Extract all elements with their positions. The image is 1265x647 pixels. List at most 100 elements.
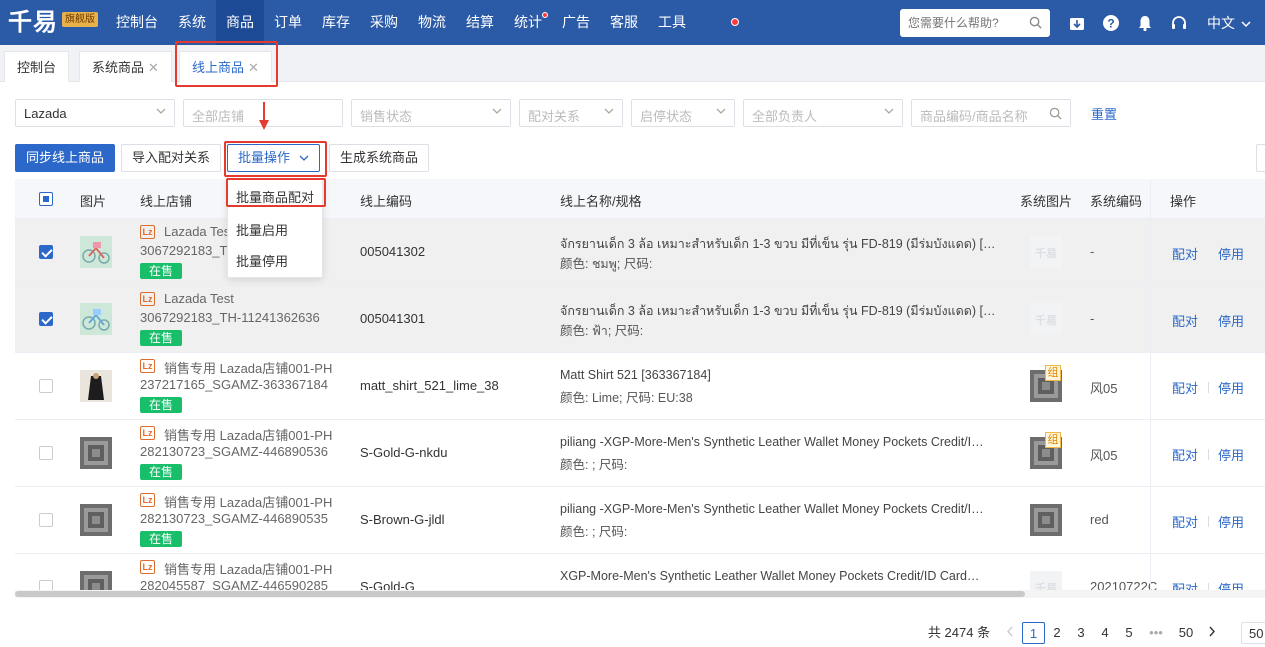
table-row[interactable]: Lz 销售专用 Lazada店铺001-PH 282130723_SGAMZ-4…: [15, 420, 1265, 487]
nav-dashboard[interactable]: 控制台: [106, 0, 168, 45]
import-match-button[interactable]: 导入配对关系: [121, 144, 222, 172]
product-thumbnail[interactable]: [80, 571, 112, 591]
row-checkbox[interactable]: [39, 513, 53, 527]
enable-status-select[interactable]: 启停状态: [631, 99, 735, 127]
disable-button[interactable]: 停用: [1218, 512, 1244, 531]
column-header: 系统编码: [1090, 194, 1143, 209]
sale-status-select[interactable]: 销售状态: [351, 99, 511, 127]
language-switch[interactable]: 中文: [1207, 13, 1251, 33]
table-row[interactable]: Lz Lazada Test 3067292183_TH-11241362637…: [15, 219, 1265, 286]
table-row[interactable]: Lz 销售专用 Lazada店铺001-PH 282045587_SGAMZ-4…: [15, 554, 1265, 591]
product-name[interactable]: piliang -XGP-More-Men's Synthetic Leathe…: [560, 502, 1000, 516]
system-code: red: [1090, 512, 1109, 527]
chevron-left-icon[interactable]: [1001, 622, 1019, 644]
keyword-input[interactable]: 商品编码/商品名称: [911, 99, 1071, 127]
menu-item-batch-disable[interactable]: 批量停用: [236, 251, 288, 270]
main-nav: 控制台 系统 商品 订单 库存 采购 物流 结算 统计 广告 客服 工具: [106, 0, 696, 45]
nav-products[interactable]: 商品: [216, 0, 264, 45]
generate-system-products-button[interactable]: 生成系统商品: [329, 144, 430, 172]
nav-ads[interactable]: 广告: [552, 0, 600, 45]
product-spec: 颜色: Lime; 尺码: EU:38: [560, 391, 693, 405]
nav-customer-service[interactable]: 客服: [600, 0, 648, 45]
table-row[interactable]: Lz 销售专用 Lazada店铺001-PH 282130723_SGAMZ-4…: [15, 487, 1265, 554]
sale-status-placeholder: 销售状态: [360, 109, 413, 124]
tab-system-products[interactable]: 系统商品 ✕: [79, 51, 172, 82]
match-button[interactable]: 配对: [1172, 311, 1198, 330]
product-name[interactable]: จักรยานเด็ก 3 ล้อ เหมาะสำหรับเด็ก 1-3 ขว…: [560, 301, 1000, 321]
search-icon[interactable]: [1029, 16, 1042, 29]
bundle-badge: 组: [1045, 365, 1061, 381]
close-icon[interactable]: ✕: [148, 60, 159, 75]
column-settings-button[interactable]: [1256, 144, 1265, 172]
owner-select[interactable]: 全部负责人: [743, 99, 903, 127]
product-thumbnail[interactable]: [80, 370, 112, 402]
product-thumbnail[interactable]: [80, 437, 112, 469]
search-icon[interactable]: [1049, 107, 1062, 120]
product-spec: 颜色: ชมพู; 尺码:: [560, 257, 653, 271]
menu-item-batch-enable[interactable]: 批量启用: [236, 220, 288, 239]
help-icon[interactable]: ?: [1101, 13, 1121, 33]
row-checkbox[interactable]: [39, 379, 53, 393]
product-thumbnail[interactable]: [80, 504, 112, 536]
help-search-input[interactable]: [900, 9, 1020, 37]
nav-statistics[interactable]: 统计: [504, 0, 552, 45]
page-button[interactable]: 2: [1047, 622, 1067, 644]
headset-icon[interactable]: [1169, 13, 1189, 33]
tab-dashboard[interactable]: 控制台: [4, 51, 70, 82]
nav-purchasing[interactable]: 采购: [360, 0, 408, 45]
match-button[interactable]: 配对: [1172, 512, 1198, 531]
bell-icon[interactable]: [1135, 13, 1155, 33]
status-badge: 在售: [140, 397, 183, 413]
disable-button[interactable]: 停用: [1218, 445, 1244, 464]
page-button[interactable]: 4: [1095, 622, 1115, 644]
page-button[interactable]: 1: [1022, 622, 1045, 644]
match-button[interactable]: 配对: [1172, 445, 1198, 464]
online-code: S-Gold-G-nkdu: [360, 445, 448, 460]
platform-select[interactable]: Lazada: [15, 99, 175, 127]
chevron-right-icon[interactable]: [1203, 622, 1221, 644]
disable-button[interactable]: 停用: [1218, 244, 1244, 263]
match-button[interactable]: 配对: [1172, 244, 1198, 263]
product-thumbnail[interactable]: [80, 303, 112, 335]
table-row[interactable]: Lz Lazada Test 3067292183_TH-11241362636…: [15, 286, 1265, 353]
status-badge: 在售: [140, 464, 183, 480]
nav-settlement[interactable]: 结算: [456, 0, 504, 45]
row-checkbox[interactable]: [39, 312, 53, 326]
match-select[interactable]: 配对关系: [519, 99, 623, 127]
product-thumbnail[interactable]: [80, 236, 112, 268]
nav-inventory[interactable]: 库存: [312, 0, 360, 45]
table-row[interactable]: Lz 销售专用 Lazada店铺001-PH 237217165_SGAMZ-3…: [15, 353, 1265, 420]
horizontal-scrollbar[interactable]: [15, 590, 1265, 598]
download-box-icon[interactable]: [1067, 13, 1087, 33]
page-button[interactable]: 5: [1119, 622, 1139, 644]
page-ellipsis[interactable]: •••: [1143, 622, 1169, 644]
store-placeholder: 全部店铺: [192, 109, 245, 124]
disable-button[interactable]: 停用: [1218, 378, 1244, 397]
row-checkbox[interactable]: [39, 245, 53, 259]
select-all-checkbox[interactable]: [39, 192, 53, 206]
help-search[interactable]: [900, 9, 1050, 37]
nav-orders[interactable]: 订单: [264, 0, 312, 45]
nav-system[interactable]: 系统: [168, 0, 216, 45]
app-logo[interactable]: 千易: [8, 8, 58, 36]
page-button[interactable]: 50: [1173, 622, 1199, 644]
box-image-icon: [1030, 504, 1062, 536]
page-size-select[interactable]: 50: [1241, 622, 1265, 644]
product-name[interactable]: Matt Shirt 521 [363367184]: [560, 368, 1000, 382]
lazada-icon: Lz: [140, 560, 155, 574]
row-checkbox[interactable]: [39, 446, 53, 460]
reset-link[interactable]: 重置: [1091, 104, 1117, 123]
column-divider: [1150, 179, 1151, 219]
disable-button[interactable]: 停用: [1218, 311, 1244, 330]
annotation-box-batch-match: [226, 178, 326, 207]
product-name[interactable]: จักรยานเด็ก 3 ล้อ เหมาะสำหรับเด็ก 1-3 ขว…: [560, 234, 1000, 254]
sync-online-products-button[interactable]: 同步线上商品: [15, 144, 116, 172]
nav-tools[interactable]: 工具: [648, 0, 696, 45]
nav-logistics[interactable]: 物流: [408, 0, 456, 45]
page-button[interactable]: 3: [1071, 622, 1091, 644]
scrollbar-thumb[interactable]: [15, 591, 1025, 597]
product-name[interactable]: piliang -XGP-More-Men's Synthetic Leathe…: [560, 435, 1000, 449]
product-name[interactable]: XGP-More-Men's Synthetic Leather Wallet …: [560, 569, 1000, 583]
match-button[interactable]: 配对: [1172, 378, 1198, 397]
lazada-icon: Lz: [140, 359, 155, 373]
